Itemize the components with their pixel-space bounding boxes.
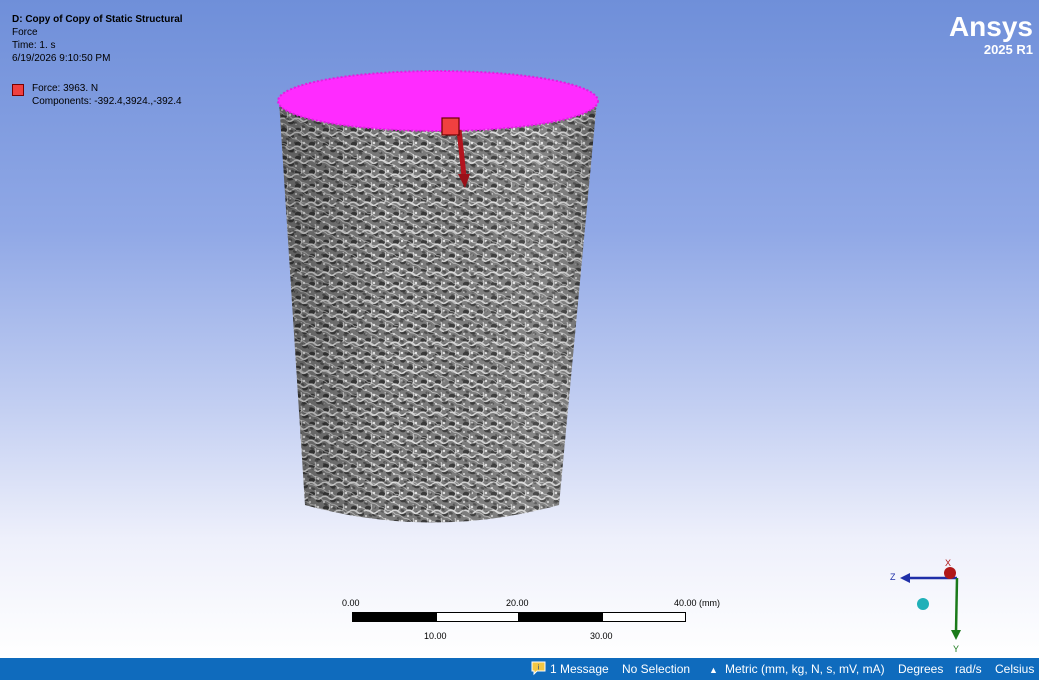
units-caret-icon[interactable]: ▲ <box>709 663 718 677</box>
scale-bar: 0.00 20.00 40.00 (mm) 10.00 30.00 <box>340 596 740 646</box>
status-bar: i 1 Message No Selection ▲ Metric (mm, k… <box>0 658 1039 680</box>
rotational-velocity-units[interactable]: rad/s <box>955 662 982 676</box>
scale-label-20: 20.00 <box>506 598 529 608</box>
triad-y-label: Y <box>953 644 959 654</box>
coordinate-triad[interactable]: Z X Y <box>880 556 970 656</box>
triad-z-label: Z <box>890 572 896 582</box>
scale-label-10: 10.00 <box>424 631 447 641</box>
graphics-viewport[interactable]: D: Copy of Copy of Static Structural For… <box>0 0 1039 658</box>
scale-label-0: 0.00 <box>342 598 360 608</box>
angle-units[interactable]: Degrees <box>898 662 943 676</box>
message-bubble-icon[interactable]: i <box>530 661 547 676</box>
scale-label-40: 40.00 (mm) <box>674 598 721 608</box>
cup-body[interactable] <box>279 100 597 523</box>
units-menu[interactable]: Metric (mm, kg, N, s, mV, mA) <box>725 662 885 676</box>
triad-x-label: X <box>945 558 951 568</box>
selection-status: No Selection <box>622 662 691 676</box>
scale-label-30: 30.00 <box>590 631 613 641</box>
temperature-units[interactable]: Celsius <box>995 662 1034 676</box>
messages-status[interactable]: 1 Message <box>550 662 609 676</box>
